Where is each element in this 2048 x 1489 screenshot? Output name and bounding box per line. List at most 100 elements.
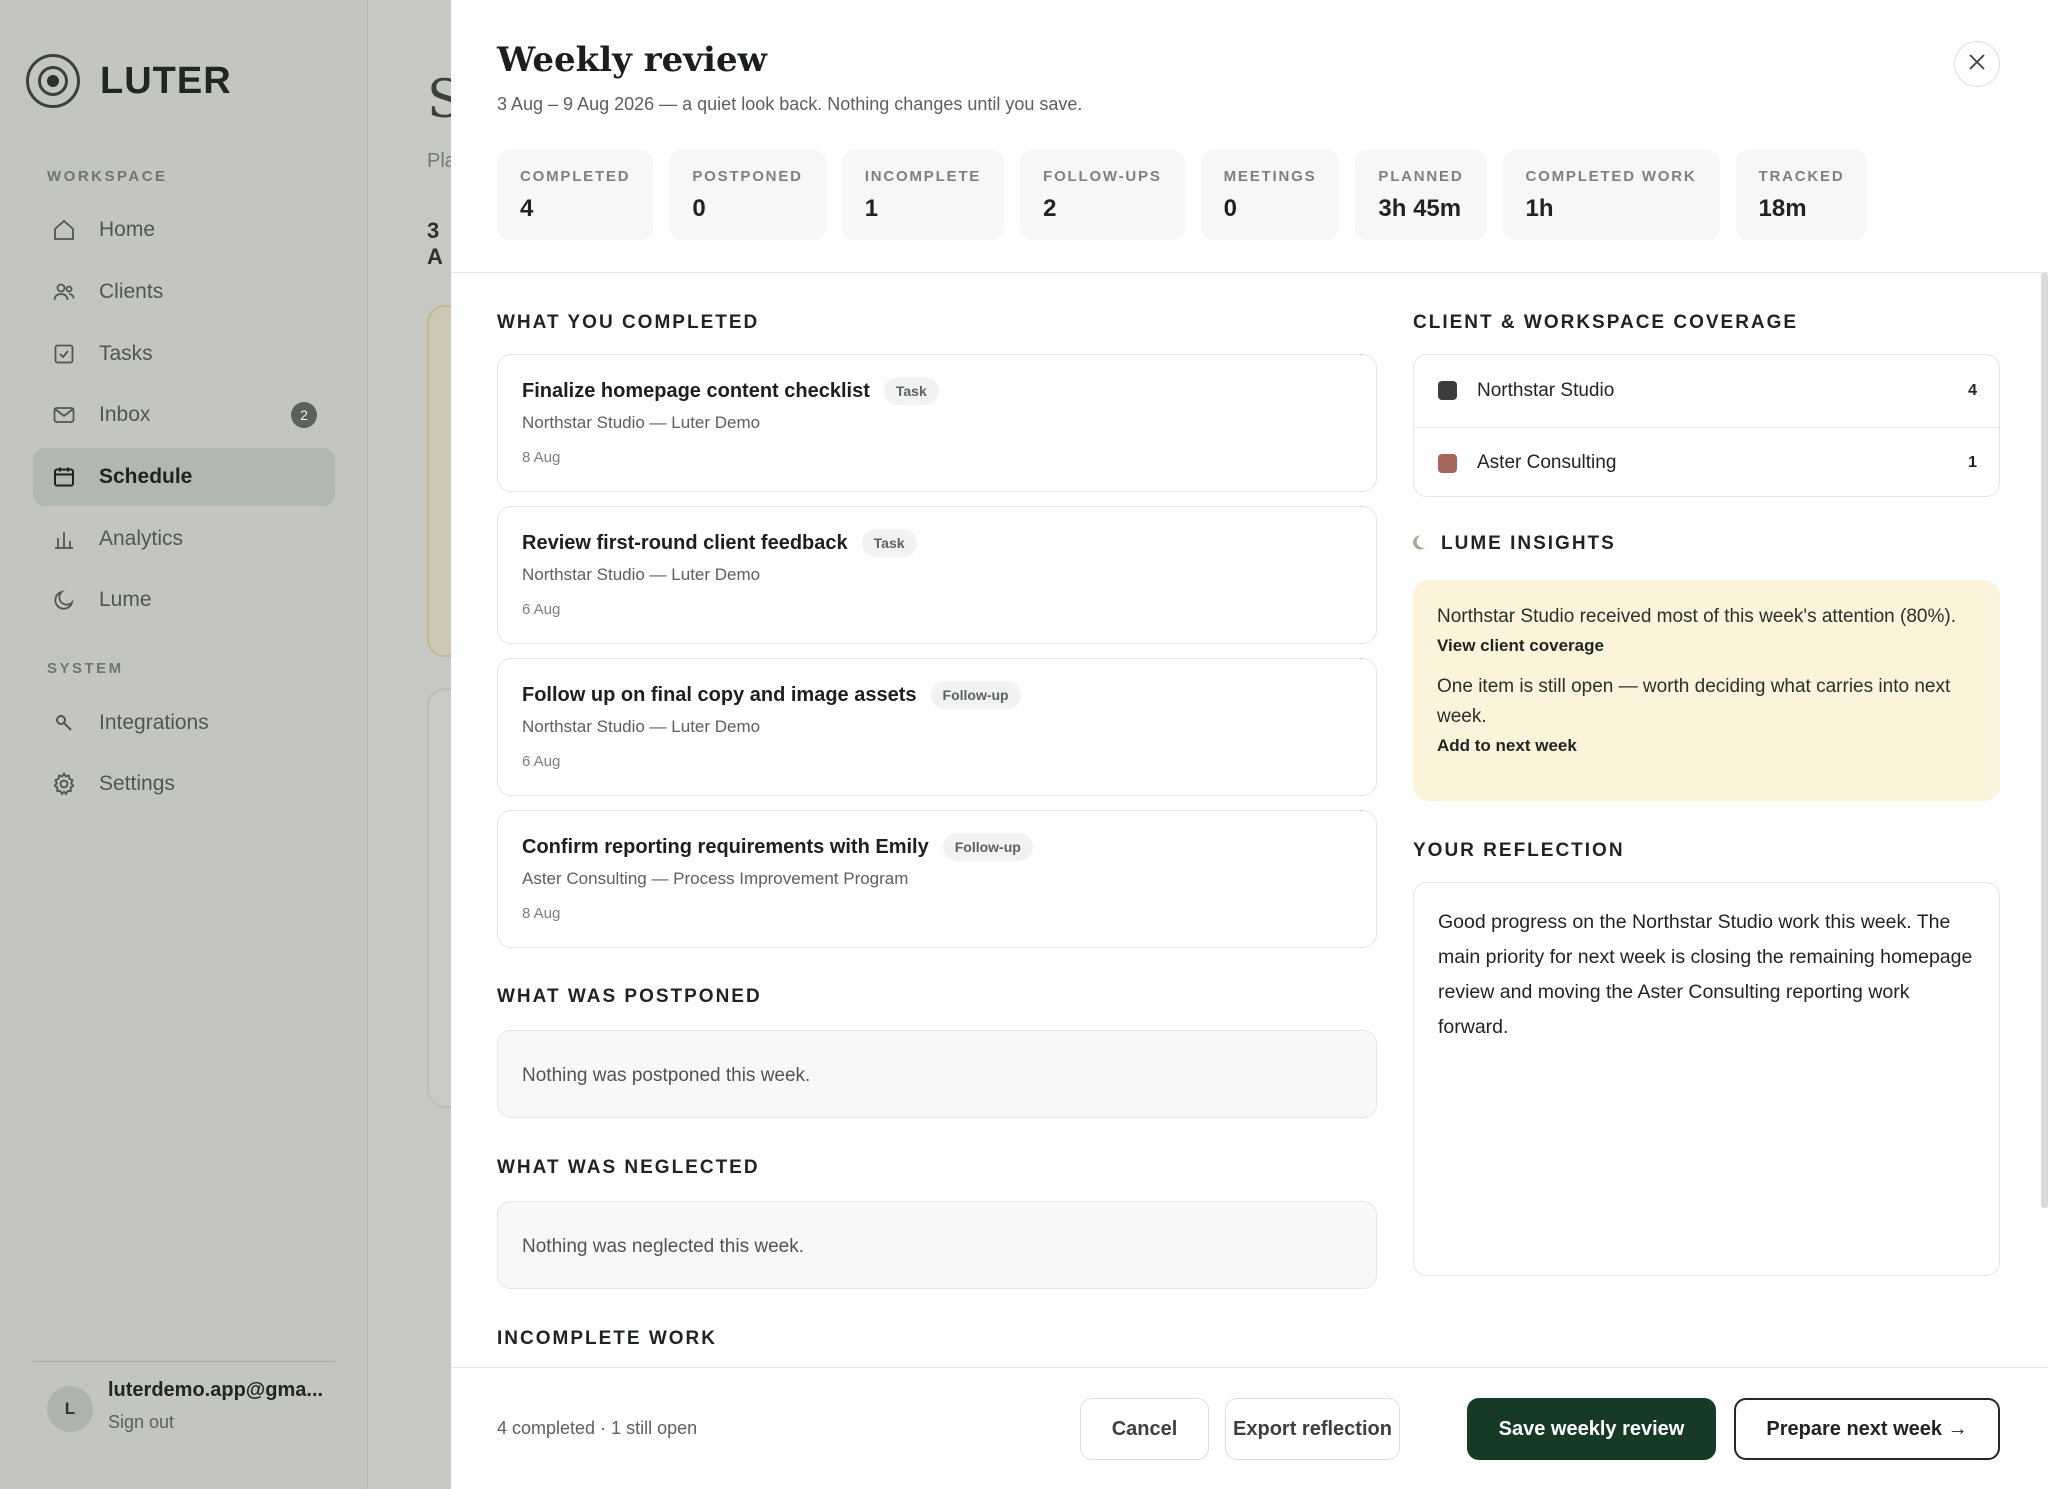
stat-completed-work: COMPLETED WORK 1h xyxy=(1502,150,1720,240)
coverage-row[interactable]: Aster Consulting 1 xyxy=(1414,427,1999,498)
client-count: 1 xyxy=(1968,454,1977,471)
stat-follow-ups: FOLLOW-UPS 2 xyxy=(1020,150,1185,240)
task-client: Northstar Studio — Luter Demo xyxy=(522,413,761,432)
stat-label: FOLLOW-UPS xyxy=(1043,168,1162,185)
weekly-review-modal: Weekly review 3 Aug – 9 Aug 2026 — a qui… xyxy=(451,0,2048,1489)
stat-postponed: POSTPONED 0 xyxy=(669,150,826,240)
client-name: Aster Consulting xyxy=(1477,452,1617,473)
sidebar-item-integrations[interactable]: Integrations xyxy=(33,694,335,752)
save-weekly-review-button[interactable]: Save weekly review xyxy=(1467,1398,1716,1460)
neglected-heading: WHAT WAS NEGLECTED xyxy=(497,1157,760,1178)
task-client: Aster Consulting — Process Improvement P… xyxy=(522,869,909,888)
sidebar-item-tasks[interactable]: Tasks xyxy=(33,325,335,383)
user-email: luterdemo.app@gma... xyxy=(108,1379,324,1401)
sidebar-item-home[interactable]: Home xyxy=(33,201,335,259)
sidebar-item-label: Settings xyxy=(99,772,175,795)
insight-text: Northstar Studio received most of this w… xyxy=(1437,606,1956,627)
stat-value: 1h xyxy=(1525,195,1554,222)
checkbox-icon xyxy=(49,339,79,369)
export-reflection-button[interactable]: Export reflection xyxy=(1225,1398,1400,1460)
close-button[interactable] xyxy=(1954,41,2000,87)
divider xyxy=(451,1367,2048,1368)
stat-value: 4 xyxy=(520,195,534,222)
completed-item[interactable]: Finalize homepage content checklist Task … xyxy=(497,354,1377,492)
coverage-list: Northstar Studio 4 Aster Consulting 1 xyxy=(1413,354,2000,497)
users-icon xyxy=(49,277,79,307)
stat-value: 0 xyxy=(1223,195,1237,222)
task-date: 6 Aug xyxy=(522,601,561,618)
sidebar-item-label: Lume xyxy=(99,588,152,611)
sidebar-item-label: Integrations xyxy=(99,711,209,734)
home-icon xyxy=(49,215,79,245)
close-icon xyxy=(1968,53,1986,76)
incomplete-heading: INCOMPLETE WORK xyxy=(497,1328,717,1349)
task-title: Confirm reporting requirements with Emil… xyxy=(522,835,929,858)
task-date: 6 Aug xyxy=(522,753,561,770)
sidebar-item-label: Analytics xyxy=(99,527,184,550)
stat-meetings: MEETINGS 0 xyxy=(1200,150,1340,240)
coverage-row[interactable]: Northstar Studio 4 xyxy=(1414,355,1999,426)
calendar-icon xyxy=(49,462,79,492)
client-color-swatch xyxy=(1438,453,1457,473)
task-client: Northstar Studio — Luter Demo xyxy=(522,565,761,584)
completed-item[interactable]: Confirm reporting requirements with Emil… xyxy=(497,810,1377,948)
postponed-heading: WHAT WAS POSTPONED xyxy=(497,986,762,1007)
stat-label: INCOMPLETE xyxy=(864,168,982,185)
sidebar-item-schedule[interactable]: Schedule xyxy=(33,448,335,506)
stat-label: MEETINGS xyxy=(1223,168,1317,185)
task-type-tag: Follow-up xyxy=(942,833,1033,861)
sidebar-item-label: Clients xyxy=(99,280,164,303)
stat-label: PLANNED xyxy=(1378,168,1464,185)
sidebar-item-lume[interactable]: Lume xyxy=(33,571,335,629)
sign-out-link[interactable]: Sign out xyxy=(108,1412,174,1433)
task-client: Northstar Studio — Luter Demo xyxy=(522,717,761,736)
stat-label: TRACKED xyxy=(1758,168,1845,185)
stat-planned: PLANNED 3h 45m xyxy=(1355,150,1487,240)
background-page-title: S xyxy=(427,70,451,130)
sidebar-item-settings[interactable]: Settings xyxy=(33,755,335,813)
bar-chart-icon xyxy=(49,524,79,554)
system-section-label: SYSTEM xyxy=(47,660,124,677)
sidebar-item-label: Inbox xyxy=(99,403,151,426)
neglected-empty-state: Nothing was neglected this week. xyxy=(497,1201,1377,1289)
scrollbar[interactable] xyxy=(2041,273,2048,1208)
completed-item[interactable]: Follow up on final copy and image assets… xyxy=(497,658,1377,796)
brand-name: LUTER xyxy=(100,59,232,102)
inbox-count-badge: 2 xyxy=(291,402,317,428)
avatar[interactable]: L xyxy=(47,1386,93,1432)
coverage-heading: CLIENT & WORKSPACE COVERAGE xyxy=(1413,312,1799,333)
stat-value: 2 xyxy=(1043,195,1057,222)
postponed-empty-state: Nothing was postponed this week. xyxy=(497,1030,1377,1118)
task-title: Follow up on final copy and image assets xyxy=(522,683,917,706)
completed-item[interactable]: Review first-round client feedback Task N… xyxy=(497,506,1377,644)
modal-subtitle: 3 Aug – 9 Aug 2026 — a quiet look back. … xyxy=(497,94,1083,114)
cancel-button[interactable]: Cancel xyxy=(1080,1398,1209,1460)
reflection-textarea[interactable]: Good progress on the Northstar Studio wo… xyxy=(1413,882,2000,1276)
sidebar-item-clients[interactable]: Clients xyxy=(33,263,335,321)
task-title: Finalize homepage content checklist xyxy=(522,379,870,402)
sidebar-item-analytics[interactable]: Analytics xyxy=(33,510,335,568)
prepare-next-week-button[interactable]: Prepare next week → xyxy=(1734,1398,2000,1460)
modal-title: Weekly review xyxy=(497,40,767,80)
sidebar-item-inbox[interactable]: Inbox 2 xyxy=(33,386,335,444)
sidebar-item-label: Tasks xyxy=(99,342,153,365)
gear-icon xyxy=(49,769,79,799)
view-client-coverage-link[interactable]: View client coverage xyxy=(1437,636,1976,656)
background-page: S Pla 3 A xyxy=(369,0,451,1489)
add-to-next-week-link[interactable]: Add to next week xyxy=(1437,736,1976,756)
logo-mark-icon xyxy=(26,54,80,108)
footer-summary: 4 completed · 1 still open xyxy=(497,1418,698,1438)
stat-value: 0 xyxy=(692,195,706,222)
task-type-tag: Task xyxy=(883,377,939,405)
task-type-tag: Follow-up xyxy=(930,681,1021,709)
mail-icon xyxy=(49,400,79,430)
completed-heading: WHAT YOU COMPLETED xyxy=(497,312,760,333)
logo[interactable]: LUTER xyxy=(26,54,232,108)
background-card xyxy=(427,688,451,1108)
sidebar: LUTER WORKSPACE Home Clients Tasks Inbox… xyxy=(0,0,368,1489)
stat-completed: COMPLETED 4 xyxy=(497,150,654,240)
task-date: 8 Aug xyxy=(522,449,561,466)
task-title: Review first-round client feedback xyxy=(522,531,848,554)
stat-label: COMPLETED xyxy=(520,168,631,185)
stat-value: 3h 45m xyxy=(1378,195,1462,222)
